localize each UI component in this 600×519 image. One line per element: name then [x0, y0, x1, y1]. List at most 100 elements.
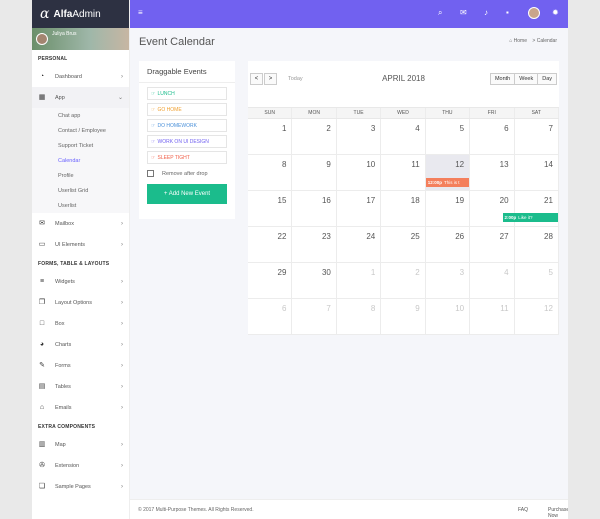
sidebar-item-ui-elements[interactable]: ▭ UI Elements ›: [32, 234, 129, 255]
search-icon[interactable]: ⌕: [438, 8, 442, 18]
menu-toggle-icon[interactable]: ≡: [138, 8, 143, 17]
calendar-day[interactable]: 14: [515, 155, 559, 190]
calendar-day[interactable]: 25: [381, 227, 426, 262]
calendar-day[interactable]: 27: [470, 227, 515, 262]
calendar-day[interactable]: 15: [248, 191, 293, 226]
calendar-event[interactable]: 12:00p This is t: [425, 178, 470, 187]
calendar-day[interactable]: 5: [426, 119, 471, 154]
remove-after-drop-checkbox[interactable]: Remove after drop: [147, 170, 227, 177]
calendar-day[interactable]: 24: [337, 227, 382, 262]
sidebar-item-label: Dashboard: [55, 73, 82, 80]
calendar-day-other-month[interactable]: 3: [426, 263, 471, 298]
calendar-event[interactable]: 2:00p Like it?: [502, 213, 558, 222]
view-month-button[interactable]: Month: [489, 73, 516, 85]
calendar-day-other-month[interactable]: 6: [248, 299, 293, 334]
mail-icon[interactable]: ✉: [460, 8, 467, 17]
calendar-day[interactable]: 11: [381, 155, 426, 190]
draggable-event-sleep[interactable]: ☞ SLEEP TIGHT: [147, 151, 227, 164]
calendar-day[interactable]: 29: [248, 263, 293, 298]
calendar-day-other-month[interactable]: 12: [515, 299, 559, 334]
sidebar-item-sample-pages[interactable]: ❏ Sample Pages ›: [32, 476, 129, 497]
calendar-day-other-month[interactable]: 10: [426, 299, 471, 334]
chevron-right-icon: ›: [121, 462, 123, 469]
day-number: 16: [321, 196, 331, 205]
calendar-day[interactable]: 9: [292, 155, 337, 190]
day-number: 7: [548, 124, 553, 133]
calendar-day-other-month[interactable]: 8: [337, 299, 382, 334]
calendar-day[interactable]: 22: [248, 227, 293, 262]
calendar-day[interactable]: 30: [292, 263, 337, 298]
calendar-day[interactable]: 19: [426, 191, 471, 226]
sidebar-item-tables[interactable]: ▤ Tables ›: [32, 376, 129, 397]
calendar-day[interactable]: 13: [470, 155, 515, 190]
draggable-event-homework[interactable]: ☞ DO HOMEWORK: [147, 119, 227, 132]
sidebar-item-emails[interactable]: ⌂ Emails ›: [32, 397, 129, 418]
calendar-day[interactable]: 23: [292, 227, 337, 262]
view-week-button[interactable]: Week: [514, 73, 539, 85]
calendar-day[interactable]: 17: [337, 191, 382, 226]
calendar-day-today[interactable]: 12 12:00p This is t: [425, 155, 471, 190]
draggable-event-lunch[interactable]: ☞ LUNCH: [147, 87, 227, 100]
sidebar-item-dashboard[interactable]: ◔ Dashboard ›: [32, 66, 129, 87]
user-name[interactable]: Juliya Brus: [52, 31, 76, 37]
sidebar-item-forms[interactable]: ✎ Forms ›: [32, 355, 129, 376]
chat-icon[interactable]: ▪: [506, 8, 509, 17]
sidebar-subitem-support[interactable]: Support Ticket: [32, 138, 129, 153]
user-avatar[interactable]: [36, 33, 48, 45]
calendar-day[interactable]: 8: [248, 155, 293, 190]
calendar-day-other-month[interactable]: 7: [292, 299, 337, 334]
calendar-day-other-month[interactable]: 11: [470, 299, 515, 334]
bell-icon[interactable]: ♪: [484, 8, 488, 17]
calendar-day-other-month[interactable]: 5: [515, 263, 559, 298]
calendar-week: 6 7 8 9 10 11 12: [248, 299, 559, 335]
brand[interactable]: α Alfa Admin: [32, 0, 129, 28]
calendar-day-other-month[interactable]: 2: [381, 263, 426, 298]
calendar-day[interactable]: 4: [381, 119, 426, 154]
sidebar-item-layout-options[interactable]: ❐ Layout Options ›: [32, 292, 129, 313]
calendar-day[interactable]: 18: [381, 191, 426, 226]
sidebar-item-app[interactable]: ▦ App ⌄: [32, 87, 129, 108]
sidebar-item-extension[interactable]: ✇ Extension ›: [32, 455, 129, 476]
sidebar-subitem-contact[interactable]: Contact / Employee: [32, 123, 129, 138]
sidebar-item-widgets[interactable]: ≡ Widgets ›: [32, 271, 129, 292]
checkbox-box[interactable]: [147, 170, 154, 177]
faq-link[interactable]: FAQ: [518, 507, 528, 513]
calendar-day[interactable]: 1: [248, 119, 293, 154]
calendar-day[interactable]: 21 2:00p Like it?: [502, 191, 559, 226]
sidebar-item-label: Mailbox: [55, 220, 74, 227]
breadcrumb-home[interactable]: Home: [514, 38, 527, 44]
sidebar-subitem-profile[interactable]: Profile: [32, 168, 129, 183]
calendar-day[interactable]: 6: [470, 119, 515, 154]
sidebar-item-charts[interactable]: ◕ Charts ›: [32, 334, 129, 355]
calendar-day[interactable]: 26: [426, 227, 471, 262]
sidebar-item-label: Layout Options: [55, 299, 92, 306]
add-new-event-button[interactable]: + Add New Event: [147, 184, 227, 204]
sidebar-item-mailbox[interactable]: ✉ Mailbox ›: [32, 213, 129, 234]
calendar-day[interactable]: 28: [515, 227, 559, 262]
sidebar-item-label: Map: [55, 441, 66, 448]
calendar-day[interactable]: 7: [515, 119, 559, 154]
sidebar-subitem-userlist[interactable]: Userlist: [32, 198, 129, 213]
purchase-now-link[interactable]: Purchase Now: [548, 507, 568, 519]
section-extra: EXTRA COMPONENTS: [38, 424, 96, 430]
calendar-day-other-month[interactable]: 1: [337, 263, 382, 298]
sidebar-item-box[interactable]: □ Box ›: [32, 313, 129, 334]
calendar-day-other-month[interactable]: 9: [381, 299, 426, 334]
sidebar-subitem-calendar[interactable]: Calendar: [32, 153, 129, 168]
draggable-event-go-home[interactable]: ☞ GO HOME: [147, 103, 227, 116]
draggable-event-ui-design[interactable]: ☞ WORK ON UI DESIGN: [147, 135, 227, 148]
calendar-day-other-month[interactable]: 4: [470, 263, 515, 298]
sidebar-item-map[interactable]: ▥ Map ›: [32, 434, 129, 455]
day-number: 2: [326, 124, 331, 133]
view-day-button[interactable]: Day: [537, 73, 557, 85]
dashboard-icon: ◔: [39, 73, 45, 80]
topbar-avatar[interactable]: [528, 7, 540, 19]
calendar-day[interactable]: 2: [292, 119, 337, 154]
sidebar-subitem-userlist-grid[interactable]: Userlist Grid: [32, 183, 129, 198]
breadcrumb-separator: >: [532, 38, 536, 44]
calendar-day[interactable]: 16: [292, 191, 337, 226]
settings-icon[interactable]: ✹: [552, 8, 559, 17]
calendar-day[interactable]: 10: [337, 155, 382, 190]
sidebar-subitem-chat[interactable]: Chat app: [32, 108, 129, 123]
calendar-day[interactable]: 3: [337, 119, 382, 154]
